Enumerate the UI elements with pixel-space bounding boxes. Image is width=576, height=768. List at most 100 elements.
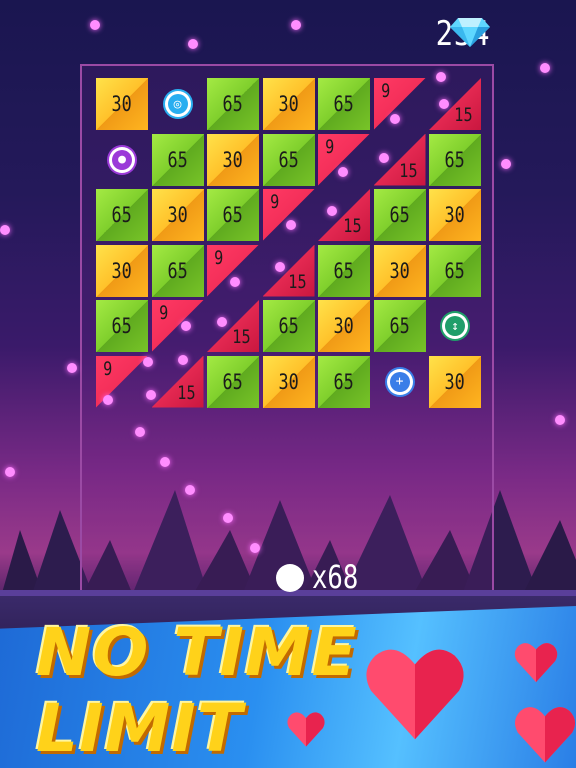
brick-value: 65 [222,369,244,394]
yellow-brick: 30 [429,355,481,408]
brick-value: 9 [103,357,113,380]
yellow-brick: 30 [207,133,259,186]
brick-value: 30 [278,369,299,394]
orbit-powerup-icon: ● [109,146,135,173]
brick-value: 30 [278,92,299,116]
brick-value: 9 [380,80,390,102]
trajectory-dot [555,415,565,425]
brick-value: 65 [167,258,188,283]
trajectory-dot [291,20,301,30]
promo-title-line-1: NO TIME [36,614,358,691]
yellow-brick: 30 [373,244,426,297]
brick-value: 65 [333,92,355,116]
red-triangle-brick-small: 9 [151,300,204,352]
green-brick: 65 [373,189,426,241]
trajectory-dot [188,39,198,49]
green-brick: 65 [429,133,481,186]
red-triangle-brick-small: 9 [373,78,426,130]
trajectory-dot [286,220,296,230]
ball-count: x68 [312,558,359,596]
brick-value: 15 [232,326,251,348]
green-brick: 65 [151,133,204,186]
green-brick: 65 [262,133,315,186]
trajectory-dot [135,427,145,437]
brick-value: 65 [444,147,466,172]
green-brick: 65 [96,300,148,352]
trajectory-dot [5,467,15,477]
brick-value: 65 [222,203,244,227]
red-triangle-brick-small: 9 [318,133,370,186]
brick-value: 15 [398,159,418,182]
yellow-brick: 30 [96,78,148,130]
trajectory-dot [90,20,100,30]
red-triangle-brick-small: 9 [207,244,259,297]
trajectory-dot [0,225,10,235]
red-triangle-brick-large: 15 [207,300,259,352]
red-triangle-brick-large: 15 [318,189,370,241]
trajectory-dot [501,159,511,169]
trajectory-dot [103,395,113,405]
brick-value: 15 [343,215,362,237]
trajectory-dot [178,355,188,365]
brick-value: 65 [333,258,355,283]
red-triangle-brick-large: 15 [262,244,315,297]
brick-value: 65 [111,203,133,227]
trajectory-dot [67,363,77,373]
yellow-brick: 30 [262,78,315,130]
trajectory-dot [230,277,240,287]
yellow-brick: 30 [96,244,148,297]
diamond-icon [450,18,490,47]
green-brick: 65 [318,78,370,130]
brick-value: 9 [269,191,279,213]
launch-ball[interactable] [276,564,304,592]
brick-value: 65 [278,147,299,172]
green-brick: 65 [207,355,259,408]
yellow-brick: 30 [151,189,204,241]
brick-value: 15 [176,381,196,404]
brick-value: 30 [111,92,133,116]
trajectory-dot [327,206,337,216]
trajectory-dot [439,99,449,109]
trajectory-dot [146,390,156,400]
brick-value: 65 [111,314,133,338]
heart-icon [366,649,464,740]
yellow-brick: 30 [318,300,370,352]
yellow-brick: 30 [429,189,481,241]
trajectory-dot [143,357,153,367]
heart-icon-small [514,643,558,683]
green-brick: 65 [151,244,204,297]
game-scene: 234 30◎653065915●65306591565653065915653… [0,0,576,768]
trajectory-dot [379,153,389,163]
trajectory-dot [338,167,348,177]
brick-value: 9 [325,135,335,158]
trajectory-dot [217,317,227,327]
promo-title-line-2: LIMIT [36,690,243,767]
green-brick: 65 [318,355,370,408]
brick-value: 30 [389,258,410,283]
brick-value: 65 [389,203,410,227]
green-brick: 65 [96,189,148,241]
brick-value: 30 [222,147,244,172]
trajectory-dot [185,485,195,495]
brick-value: 65 [444,258,466,283]
brick-value: 30 [111,258,133,283]
green-brick: 65 [207,78,259,130]
brick-value: 65 [389,314,410,338]
target-powerup-icon: ◎ [164,91,191,117]
brick-value: 30 [444,369,466,394]
brick-value: 30 [444,203,466,227]
heart-icon-left [287,712,325,747]
green-brick: 65 [318,244,370,297]
brick-value: 9 [158,302,168,324]
extra-ball-powerup-icon: + [386,368,413,395]
brick-value: 65 [333,369,355,394]
vertical-laser-powerup-icon: ↕ [442,313,468,339]
trajectory-dot [390,114,400,124]
red-triangle-brick-large: 15 [429,78,481,130]
brick-value: 9 [214,246,224,269]
green-brick: 65 [429,244,481,297]
brick-board[interactable]: 30 ◎ 65 30 65 9 15 ● 65 30 65 9 15 65 65 30 65 9 15 65 30 30 6… [80,64,494,592]
trajectory-dot [540,63,550,73]
trajectory-dot [250,543,260,553]
brick-value: 30 [167,203,188,227]
